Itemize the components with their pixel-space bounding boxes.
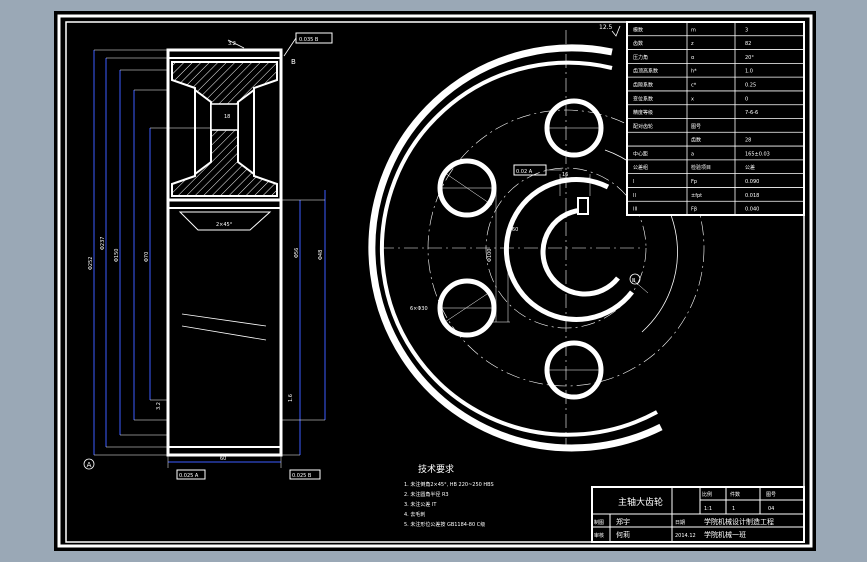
tech-note-2: 2. 未注圆角半径 R3 [404, 491, 449, 498]
param-value: 7-6-6 [745, 110, 758, 116]
param-value: 公差 [745, 164, 755, 171]
qty-label: 件数 [730, 491, 740, 498]
tol-top: 0.035 B [299, 37, 319, 43]
keyway-width-dim: 16 [562, 172, 568, 178]
tech-title: 技术要求 [418, 463, 454, 475]
drawing-no-label: 图号 [766, 492, 776, 498]
param-symbol: 检验项目 [691, 164, 711, 171]
param-name: 齿数 [633, 40, 643, 47]
tech-note-3: 3. 未注公差 IT [404, 501, 437, 508]
param-value: 0.018 [745, 193, 759, 199]
param-symbol: ±fpt [691, 193, 702, 199]
param-symbol: 图号 [691, 124, 701, 130]
tol-bottom2: 0.025 B [292, 473, 312, 479]
param-value: 165±0.03 [745, 151, 770, 157]
school-name: 学院机械设计制造工程 [704, 517, 774, 526]
chamfer-dim: 2×45° [216, 222, 233, 228]
class-name: 学院机械一班 [704, 530, 746, 539]
datum-a-label: A [87, 461, 92, 469]
param-symbol: Fp [691, 179, 697, 185]
param-name: 中心距 [633, 150, 648, 157]
param-symbol: m [691, 27, 696, 33]
web-dim: 18 [224, 114, 230, 120]
drawing-title: 主轴大齿轮 [618, 496, 663, 508]
cad-viewport[interactable]: A B 3.2 0.035 B 0.025 A 0.025 B 60 18 2×… [0, 0, 867, 562]
keyway [577, 197, 589, 215]
qty-value: 1 [732, 506, 735, 512]
date-value: 2014.12 [675, 533, 696, 539]
designer-name: 郑宇 [616, 517, 630, 526]
param-symbol: x [691, 96, 694, 102]
param-name: 精度等级 [633, 109, 653, 116]
param-name: III [633, 207, 637, 213]
datum-b-front: B [632, 278, 636, 284]
tol-right: 0.02 A [516, 169, 533, 175]
param-value: 0.090 [745, 179, 759, 185]
roughness-top: 3.2 [228, 41, 236, 47]
param-value: 1.0 [745, 69, 753, 75]
param-name: 配对齿轮 [633, 123, 653, 130]
tech-note-5: 5. 未注形位公差按 GB1184-80 C级 [404, 521, 485, 528]
tip-diameter-dim: Φ252 [88, 257, 94, 270]
tech-note-1: 1. 未注倒角2×45°, HB 220~250 HBS [404, 481, 494, 488]
param-value: 0.040 [745, 207, 759, 213]
role-checker: 审核 [594, 532, 604, 539]
param-symbol: 齿数 [691, 137, 701, 144]
hole-circle-dim: Φ100 [487, 249, 493, 262]
drawing-no-value: 04 [768, 506, 774, 512]
param-name: 模数 [633, 26, 643, 33]
param-symbol: Fβ [691, 207, 697, 213]
checker-name: 何莉 [616, 530, 630, 539]
roughness-right: 1.6 [288, 394, 294, 402]
param-symbol: a [691, 151, 694, 157]
param-name: 变位系数 [633, 95, 653, 102]
parameter-table: 模数 m 3齿数 z 82压力角 α 20°齿顶高系数 h* 1.0齿隙系数 c* 0.25变位系数… [626, 21, 805, 216]
bore-dim: Φ60 [508, 227, 518, 233]
scale-value: 1:1 [704, 506, 712, 512]
param-symbol: c* [691, 83, 697, 89]
param-name: 齿顶高系数 [633, 68, 658, 75]
tol-bottom1: 0.025 A [179, 473, 199, 479]
title-block: 主轴大齿轮 比例 1:1 件数 1 图号 04 制图 审核 郑宇 何莉 日期 2… [591, 486, 805, 543]
date-label: 日期 [675, 520, 685, 526]
param-symbol: z [691, 41, 694, 47]
tech-note-4: 4. 去毛刺 [404, 511, 425, 518]
param-name: 齿隙系数 [633, 82, 653, 89]
param-name: I [633, 179, 634, 185]
hub-diameter1-dim: Φ150 [114, 249, 120, 262]
param-value: 0 [745, 96, 748, 102]
param-value: 20° [745, 55, 754, 61]
param-name: 压力角 [633, 54, 648, 61]
param-value: 0.25 [745, 83, 756, 89]
root-diameter-dim: Φ237 [100, 237, 106, 250]
roughness-left: 3.2 [156, 402, 162, 410]
bore-diameter1-dim: Φ56 [294, 248, 300, 258]
hub-diameter2-dim: Φ70 [144, 252, 150, 262]
param-value: 3 [745, 27, 748, 33]
scale-label: 比例 [702, 491, 712, 498]
face-width-dim: 60 [220, 456, 226, 462]
roughness-corner: 12.5 [599, 24, 613, 31]
param-value: 28 [745, 138, 751, 144]
bore-diameter2-dim: Φ48 [318, 250, 324, 260]
drawing-sheet[interactable]: A B 3.2 0.035 B 0.025 A 0.025 B 60 18 2×… [0, 0, 867, 562]
param-value: 82 [745, 41, 751, 47]
holes-dim: 6×Φ30 [410, 306, 428, 312]
param-symbol: h* [691, 69, 697, 75]
role-designer: 制图 [594, 519, 604, 526]
param-name: 公差组 [633, 164, 648, 171]
datum-b-label: B [291, 58, 296, 66]
param-name: II [633, 193, 636, 199]
